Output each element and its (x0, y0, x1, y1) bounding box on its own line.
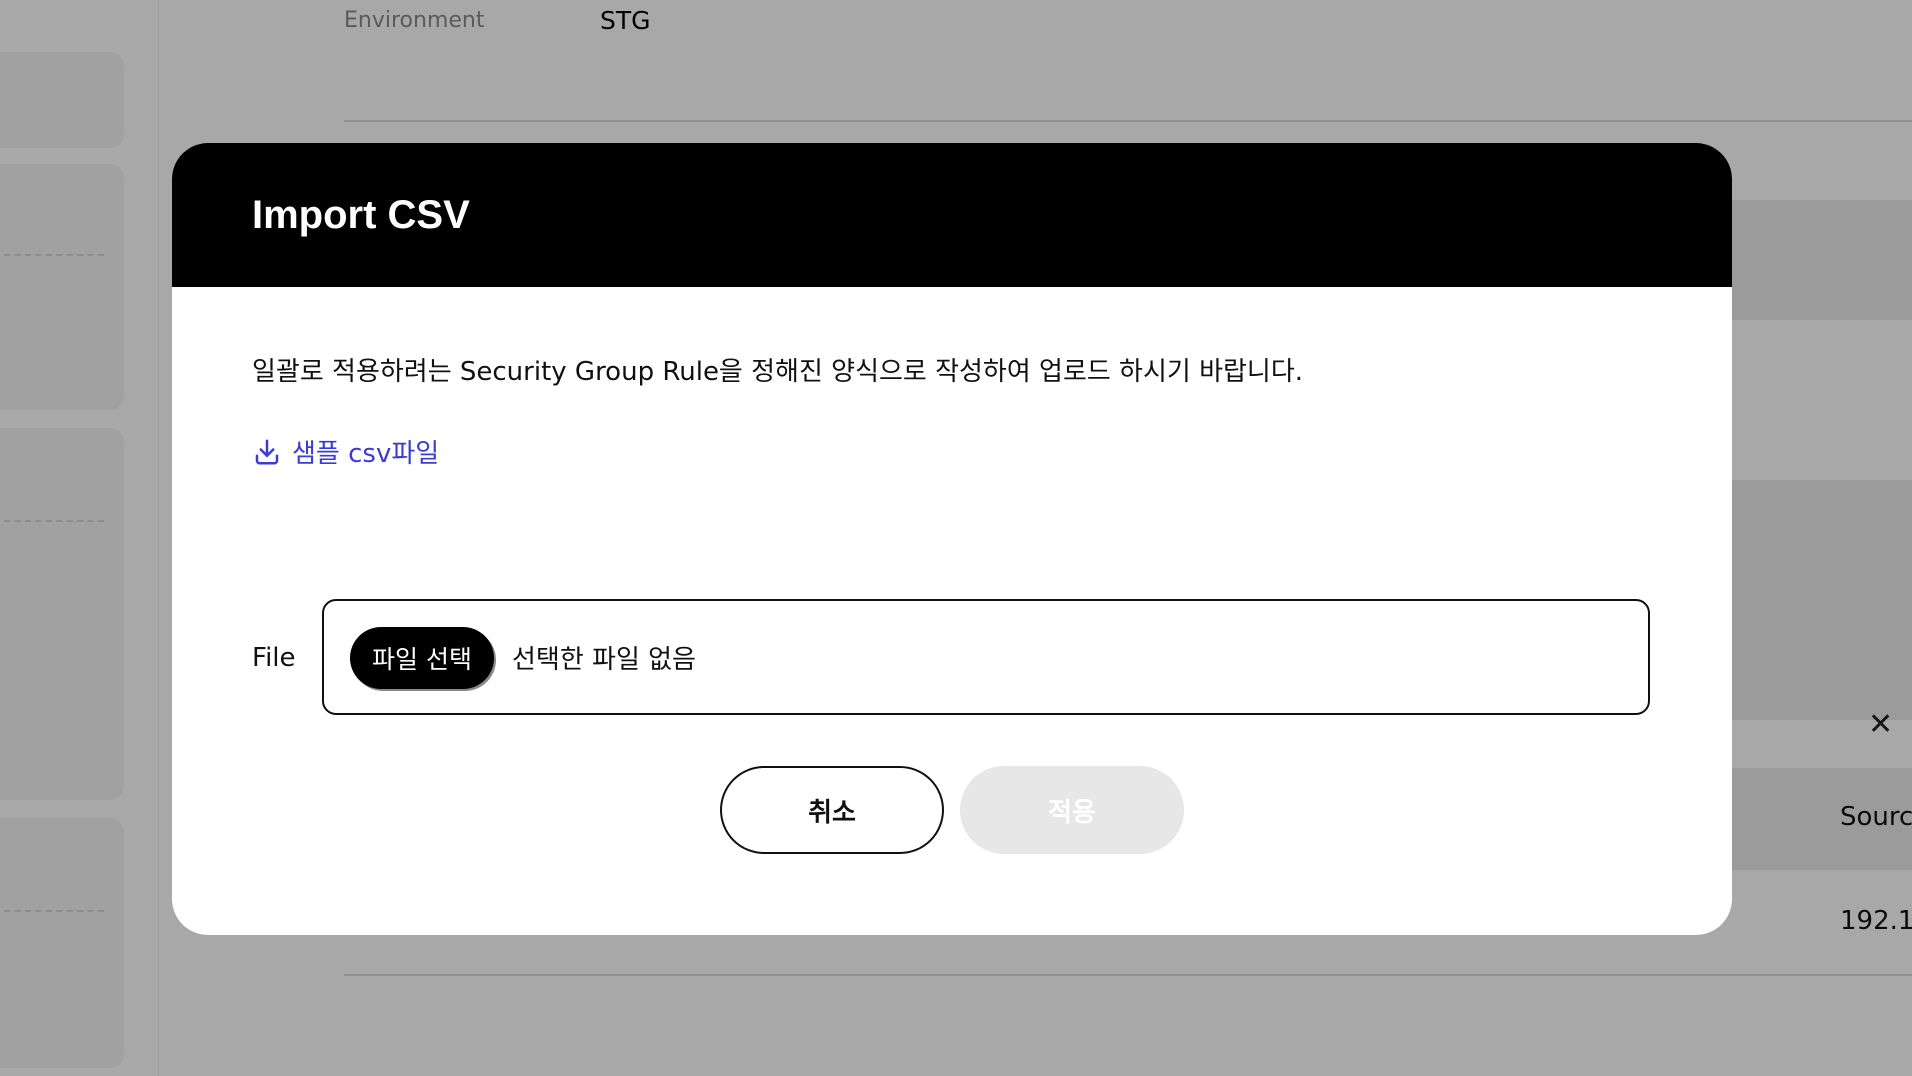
sample-link-label: 샘플 csv파일 (292, 439, 440, 469)
modal-description: 일괄로 적용하려는 Security Group Rule을 정해진 양식으로 … (252, 357, 1304, 387)
file-select-button[interactable]: 파일 선택 (350, 627, 494, 689)
modal-title: Import CSV (252, 193, 470, 237)
sample-csv-download-link[interactable]: 샘플 csv파일 (252, 433, 439, 470)
file-input[interactable]: 파일 선택 선택한 파일 없음 (322, 599, 1650, 715)
import-csv-modal: Import CSV 일괄로 적용하려는 Security Group Rule… (172, 143, 1732, 935)
cancel-button[interactable]: 취소 (720, 766, 944, 854)
file-label: File (252, 643, 296, 673)
modal-header: Import CSV (172, 143, 1732, 287)
download-icon (255, 439, 279, 464)
file-status-text: 선택한 파일 없음 (512, 645, 696, 675)
apply-button[interactable]: 적용 (960, 766, 1184, 854)
